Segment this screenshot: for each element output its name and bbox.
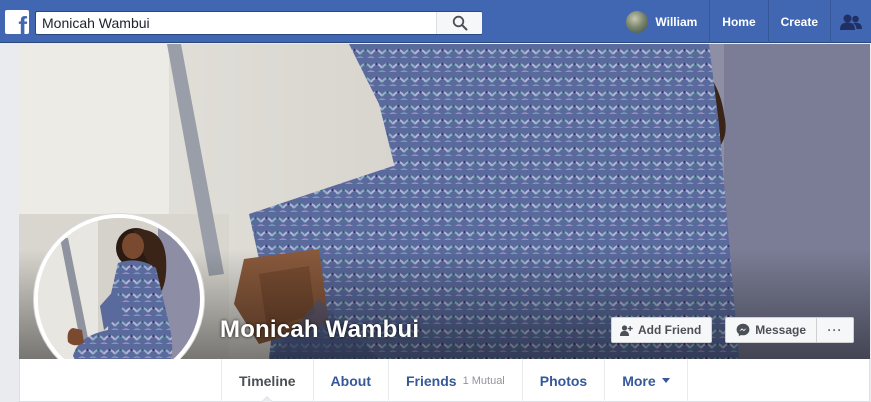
profile-picture-image [38,218,200,380]
facebook-logo[interactable]: f [5,10,29,34]
friend-requests-button[interactable] [831,0,871,43]
tab-about[interactable]: About [312,359,388,402]
add-friend-icon [619,324,633,336]
search-button[interactable] [436,12,482,34]
tab-about-label: About [330,372,371,389]
cover-actions: Add Friend Message ··· [610,317,854,343]
tab-friends[interactable]: Friends 1 Mutual [387,359,522,402]
user-avatar [626,10,649,33]
tab-photos-label: Photos [539,372,588,389]
tab-photos[interactable]: Photos [521,359,604,402]
top-bar: f William Home Create [0,0,871,43]
search-icon [452,15,468,31]
profile-name[interactable]: Monicah Wambui [220,316,419,344]
tab-more-label: More [622,372,656,389]
more-options-button[interactable]: ··· [817,317,854,343]
profile-tabs: Timeline About Friends 1 Mutual Photos M… [221,359,688,402]
messenger-icon [736,323,750,337]
friend-requests-icon [840,14,862,30]
nav-user-name: William [655,14,698,29]
nav-home-link[interactable]: Home [710,0,769,43]
tab-timeline[interactable]: Timeline [221,359,313,402]
add-friend-button[interactable]: Add Friend [610,317,713,343]
nav-right: William Home Create [618,0,871,43]
message-label: Message [755,323,806,337]
search-box [35,11,482,35]
tab-timeline-label: Timeline [239,372,296,389]
nav-user-link[interactable]: William [618,0,711,43]
search-input[interactable] [42,14,432,32]
nav-create-link[interactable]: Create [769,0,831,43]
message-button[interactable]: Message [725,317,817,343]
add-friend-label: Add Friend [637,323,702,337]
tab-friends-label: Friends [405,372,457,389]
profile-tab-bar: Timeline About Friends 1 Mutual Photos M… [19,359,870,402]
chevron-down-icon [661,378,670,383]
tab-more[interactable]: More [604,359,688,402]
mutual-friends-count: 1 Mutual [462,374,505,387]
